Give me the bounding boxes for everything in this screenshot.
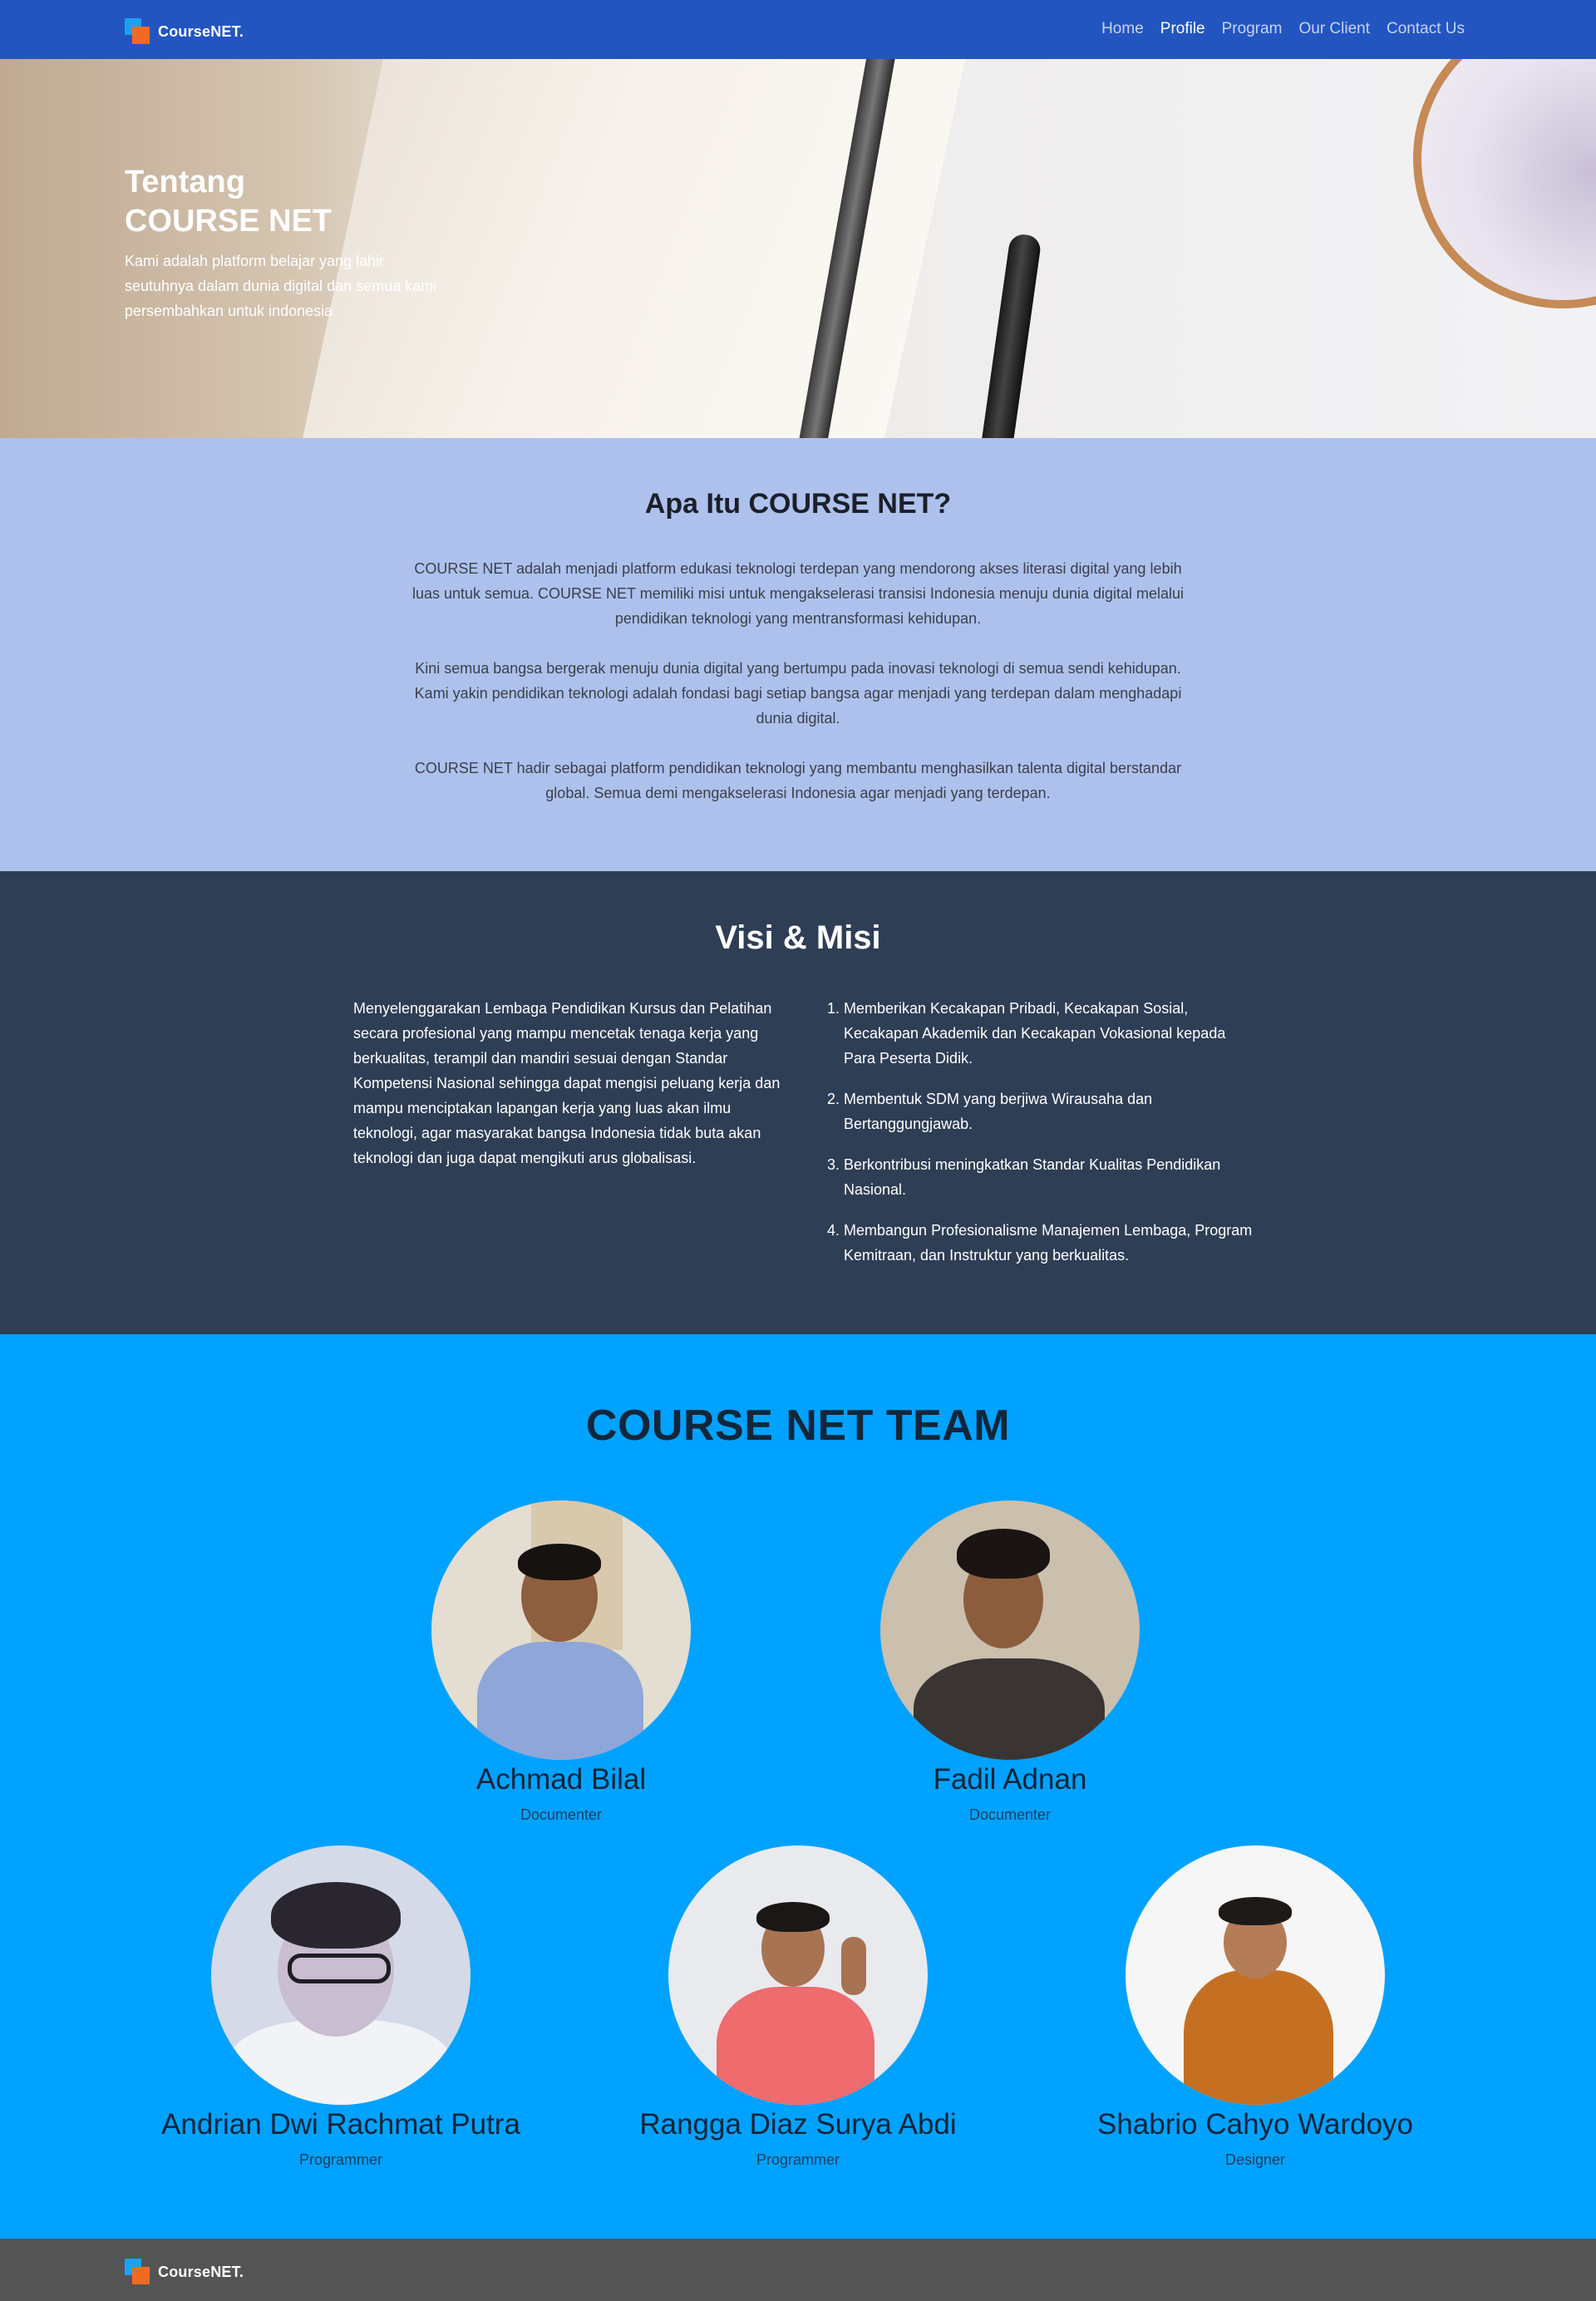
member-name: Rangga Diaz Surya Abdi: [639, 2108, 957, 2141]
hero-title: Tentang COURSE NET: [125, 165, 332, 239]
footer: CourseNET.: [0, 2239, 1596, 2301]
misi-list: 1. Memberikan Kecakapan Pribadi, Kecakapa…: [827, 996, 1259, 1284]
nav-profile[interactable]: Profile: [1160, 20, 1205, 38]
misi-item: 2. Membentuk SDM yang berjiwa Wirausaha d…: [827, 1091, 1153, 1132]
visi-text: Menyelenggarakan Lembaga Pendidikan Kurs…: [353, 1000, 781, 1166]
nav-our-client[interactable]: Our Client: [1298, 20, 1370, 38]
footer-brand-name: CourseNET.: [158, 2263, 244, 2280]
member-role: Programmer: [298, 2151, 383, 2168]
member-role: Programmer: [756, 2151, 840, 2168]
about-paragraph: COURSE NET adalah menjadi platform eduka…: [411, 560, 1185, 627]
visi-misi-heading: Visi & Misi: [715, 919, 881, 956]
team-member-card: Andrian Dwi Rachmat Putra Programmer: [108, 1845, 574, 2169]
visi-misi-section: Visi & Misi Menyelenggarakan Lembaga Pen…: [0, 871, 1596, 1334]
team-heading: COURSE NET TEAM: [585, 1402, 1011, 1450]
team-member-card: Shabrio Cahyo Wardoyo Designer: [1022, 1845, 1488, 2169]
team-member-card: Fadil Adnan Documenter: [777, 1500, 1243, 1824]
member-role: Documenter: [968, 1806, 1052, 1823]
footer-brand-logo[interactable]: CourseNET.: [125, 2259, 244, 2285]
nav-home[interactable]: Home: [1101, 20, 1144, 38]
misi-item: 1. Memberikan Kecakapan Pribadi, Kecakapa…: [827, 1000, 1226, 1067]
about-heading: Apa Itu COURSE NET?: [644, 488, 952, 520]
avatar: [1126, 1845, 1385, 2105]
avatar: [880, 1500, 1140, 1760]
about-paragraph: COURSE NET hadir sebagai platform pendid…: [414, 760, 1182, 801]
misi-item: 3. Berkontribusi meningkatkan Standar Kua…: [827, 1156, 1221, 1198]
member-role: Designer: [1224, 2151, 1286, 2168]
member-role: Documenter: [520, 1806, 603, 1823]
hero-description: Kami adalah platform belajar yang lahir …: [125, 253, 437, 319]
misi-item: 4. Membangun Profesionalisme Manajemen Le…: [827, 1222, 1253, 1264]
team-member-card: Achmad Bilal Documenter: [328, 1500, 794, 1824]
member-name: Achmad Bilal: [475, 1763, 647, 1796]
navbar: CourseNET. Home Profile Program Our Clie…: [0, 0, 1596, 59]
brand-logo[interactable]: CourseNET.: [125, 18, 244, 45]
nav-program[interactable]: Program: [1222, 20, 1283, 38]
member-name: Shabrio Cahyo Wardoyo: [1096, 2108, 1413, 2141]
member-name: Andrian Dwi Rachmat Putra: [161, 2108, 520, 2141]
main-nav: Home Profile Program Our Client Contact …: [1101, 20, 1465, 38]
logo-icon: [125, 2259, 151, 2285]
hero-banner: Tentang COURSE NET Kami adalah platform …: [0, 59, 1596, 438]
about-paragraph: Kini semua bangsa bergerak menuju dunia …: [414, 660, 1182, 727]
nav-contact-us[interactable]: Contact Us: [1387, 20, 1465, 38]
avatar: [211, 1845, 470, 2105]
brand-name: CourseNET.: [158, 22, 244, 40]
about-section: Apa Itu COURSE NET? COURSE NET adalah me…: [0, 438, 1596, 871]
team-section: COURSE NET TEAM Achmad Bilal Documenter …: [0, 1334, 1596, 2239]
avatar: [668, 1845, 928, 2105]
avatar: [431, 1500, 691, 1760]
team-member-card: Rangga Diaz Surya Abdi Programmer: [565, 1845, 1031, 2169]
member-name: Fadil Adnan: [933, 1763, 1087, 1796]
logo-icon: [125, 18, 151, 45]
